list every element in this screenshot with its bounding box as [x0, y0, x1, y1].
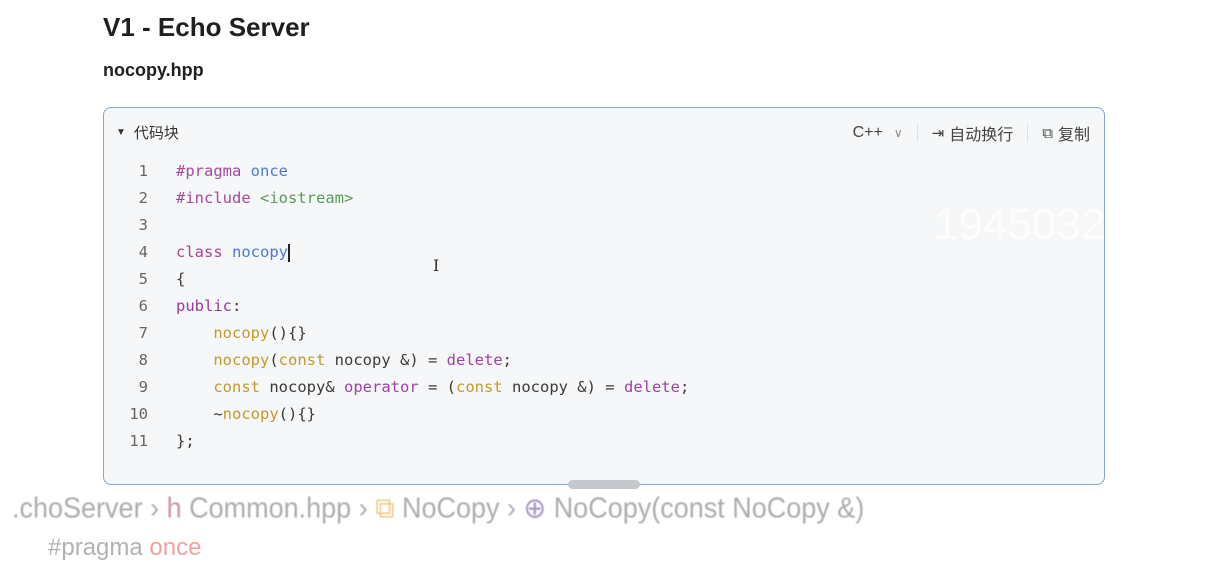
- code-token: nocopy&: [260, 378, 344, 396]
- copy-button[interactable]: ⧉ 复制: [1042, 121, 1090, 145]
- code-token: };: [176, 432, 195, 450]
- breadcrumb-file: Common.hpp: [189, 492, 352, 524]
- word-wrap-label: 自动换行: [949, 127, 1014, 144]
- code-token: delete: [623, 378, 680, 396]
- language-value: C++: [852, 124, 883, 141]
- line-number: 1: [138, 162, 148, 180]
- code-line: 1 #pragma once: [104, 158, 689, 185]
- line-number: 3: [138, 216, 148, 234]
- code-token: nocopy: [213, 351, 270, 369]
- code-token: class: [176, 243, 223, 261]
- line-number: 9: [138, 378, 148, 396]
- divider: [916, 124, 918, 142]
- line-number: 8: [138, 351, 148, 369]
- code-token: const: [455, 378, 503, 396]
- line-number: 4: [138, 243, 148, 261]
- code-line: 6 public:: [104, 293, 689, 320]
- caret-down-icon: ▼: [116, 127, 126, 138]
- file-name-heading: nocopy.hpp: [103, 60, 204, 80]
- bg-code-token: once: [149, 534, 202, 561]
- code-token: ;: [502, 351, 513, 369]
- code-line: 2 #include <iostream>: [104, 185, 689, 212]
- code-block-label: 代码块: [133, 125, 179, 142]
- code-token: {: [176, 270, 186, 288]
- text-cursor-icon: I: [433, 256, 440, 275]
- wrap-icon: ⇥: [931, 125, 945, 142]
- code-token: :: [232, 297, 242, 315]
- code-block-header: ▼ 代码块 C++ ∨ ⇥ 自动换行 ⧉ 复制: [104, 108, 1104, 156]
- code-token: ;: [679, 378, 690, 396]
- code-token: (){}: [278, 405, 316, 423]
- code-token: nocopy: [222, 405, 279, 423]
- code-line: 11};: [104, 428, 689, 455]
- watermark: 1945032: [934, 200, 1106, 249]
- code-token: nocopy: [213, 324, 270, 342]
- chevron-down-icon: ∨: [893, 126, 903, 140]
- background-code-line: #pragma once: [48, 534, 201, 562]
- breadcrumb-class: NoCopy: [402, 492, 500, 524]
- code-token: const: [278, 351, 326, 369]
- language-select[interactable]: C++ ∨: [853, 124, 903, 142]
- code-line: 9 const nocopy& operator = (const nocopy…: [104, 374, 690, 401]
- breadcrumb-member: NoCopy(const NoCopy &): [553, 492, 865, 524]
- code-token: = (: [418, 378, 456, 396]
- line-number: 5: [138, 270, 148, 288]
- code-token: #pragma: [176, 162, 242, 180]
- line-number: 10: [129, 405, 148, 423]
- header-file-icon: h: [166, 492, 182, 524]
- code-line: 3: [104, 212, 689, 239]
- class-icon: ⧉: [375, 492, 395, 524]
- copy-label: 复制: [1057, 127, 1090, 144]
- code-token: (){}: [269, 324, 307, 342]
- divider: [1027, 124, 1029, 142]
- word-wrap-button[interactable]: ⇥ 自动换行: [932, 121, 1014, 145]
- resize-handle[interactable]: [568, 480, 640, 489]
- code-line: 10 ~nocopy(){}: [104, 401, 689, 428]
- code-token: nocopy &) =: [502, 378, 624, 396]
- method-icon: ⊕: [523, 492, 547, 524]
- code-token: operator: [344, 378, 419, 396]
- background-breadcrumb: .choServer › h Common.hpp › ⧉ NoCopy › ⊕…: [12, 492, 865, 524]
- code-token: const: [213, 378, 260, 396]
- code-token: (: [269, 351, 279, 369]
- code-token: once: [250, 162, 288, 180]
- code-block-toolbar: C++ ∨ ⇥ 自动换行 ⧉ 复制: [853, 121, 1090, 145]
- code-line: 8 nocopy(const nocopy &) = delete;: [104, 347, 689, 374]
- code-token: <iostream>: [260, 189, 354, 207]
- code-editor[interactable]: 1 #pragma once 2 #include <iostream> 3 4 class…: [104, 158, 689, 455]
- page-heading: V1 - Echo Server: [103, 12, 310, 42]
- breadcrumb-project: .choServer: [12, 492, 143, 524]
- bg-code-token: #pragma: [48, 534, 143, 561]
- code-line: 5{: [104, 266, 689, 293]
- code-line: 7 nocopy(){}: [104, 320, 689, 347]
- text-caret: [288, 243, 291, 262]
- code-token: nocopy &) =: [325, 351, 447, 369]
- code-token: ~: [176, 405, 223, 423]
- code-block: ▼ 代码块 C++ ∨ ⇥ 自动换行 ⧉ 复制 1945032 1 #pragma…: [103, 107, 1105, 485]
- line-number: 7: [138, 324, 148, 342]
- code-line: 4 class nocopy: [104, 239, 689, 266]
- code-block-toggle[interactable]: ▼ 代码块: [116, 122, 179, 143]
- line-number: 6: [138, 297, 148, 315]
- line-number: 2: [138, 189, 148, 207]
- code-token: nocopy: [232, 243, 289, 261]
- code-token: public: [176, 297, 232, 315]
- copy-icon: ⧉: [1042, 124, 1053, 142]
- code-token: delete: [446, 351, 503, 369]
- code-token: #include: [176, 189, 251, 207]
- line-number: 11: [129, 432, 148, 450]
